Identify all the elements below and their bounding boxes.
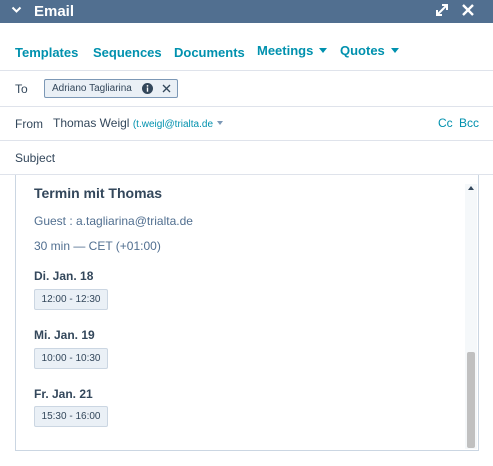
- subject-label: Subject: [15, 151, 56, 165]
- quotes-dropdown[interactable]: Quotes: [340, 43, 399, 58]
- meeting-title: Termin mit Thomas: [34, 185, 163, 201]
- email-title: Email: [34, 3, 75, 20]
- caret-down-icon: [390, 48, 399, 53]
- info-icon[interactable]: [142, 83, 153, 94]
- recipient-chip[interactable]: Adriano Tagliarina: [44, 79, 178, 98]
- sequences-link[interactable]: Sequences: [93, 45, 162, 60]
- day-label: Mi. Jan. 19: [34, 328, 95, 342]
- scroll-up-icon[interactable]: [468, 186, 474, 190]
- from-email: t.weigl@trialta.de: [136, 119, 214, 130]
- scrollbar[interactable]: [465, 184, 477, 449]
- to-row: To Adriano Tagliarina: [0, 72, 493, 107]
- time-slot[interactable]: 15:30 - 16:00: [34, 406, 108, 427]
- cc-link[interactable]: Cc: [438, 116, 453, 130]
- email-header: Email: [0, 0, 493, 23]
- guest-text: Guest : a.tagliarina@trialta.de: [34, 214, 193, 228]
- quotes-label: Quotes: [340, 43, 385, 58]
- chevron-down-icon[interactable]: [11, 4, 22, 15]
- meetings-dropdown[interactable]: Meetings: [257, 43, 328, 58]
- caret-down-icon: [217, 121, 224, 125]
- bcc-link[interactable]: Bcc: [459, 116, 479, 130]
- subject-row[interactable]: Subject: [0, 142, 493, 175]
- templates-link[interactable]: Templates: [15, 45, 78, 60]
- expand-icon[interactable]: [435, 3, 449, 17]
- to-label: To: [15, 82, 28, 96]
- day-label: Fr. Jan. 21: [34, 387, 93, 401]
- scrollbar-thumb[interactable]: [467, 352, 475, 448]
- caret-down-icon: [319, 48, 328, 53]
- documents-link[interactable]: Documents: [174, 45, 245, 60]
- email-toolbar: Templates Sequences Documents Meetings Q…: [0, 23, 493, 71]
- time-slot[interactable]: 12:00 - 12:30: [34, 289, 108, 310]
- duration-text: 30 min — CET (+01:00): [34, 239, 161, 253]
- day-label: Di. Jan. 18: [34, 269, 94, 283]
- email-body[interactable]: Termin mit Thomas Guest : a.tagliarina@t…: [15, 175, 479, 451]
- close-icon[interactable]: [461, 3, 475, 17]
- from-label: From: [15, 117, 43, 131]
- time-slot[interactable]: 10:00 - 10:30: [34, 348, 108, 369]
- meeting-content: Termin mit Thomas Guest : a.tagliarina@t…: [16, 175, 465, 450]
- from-row: From Thomas Weigl (t.weigl@trialta.de Cc…: [0, 108, 493, 141]
- from-name: Thomas Weigl: [53, 116, 130, 130]
- remove-recipient-icon[interactable]: [161, 83, 172, 94]
- meetings-label: Meetings: [257, 43, 314, 58]
- recipient-name: Adriano Tagliarina: [52, 83, 132, 94]
- from-select[interactable]: Thomas Weigl (t.weigl@trialta.de: [53, 116, 224, 130]
